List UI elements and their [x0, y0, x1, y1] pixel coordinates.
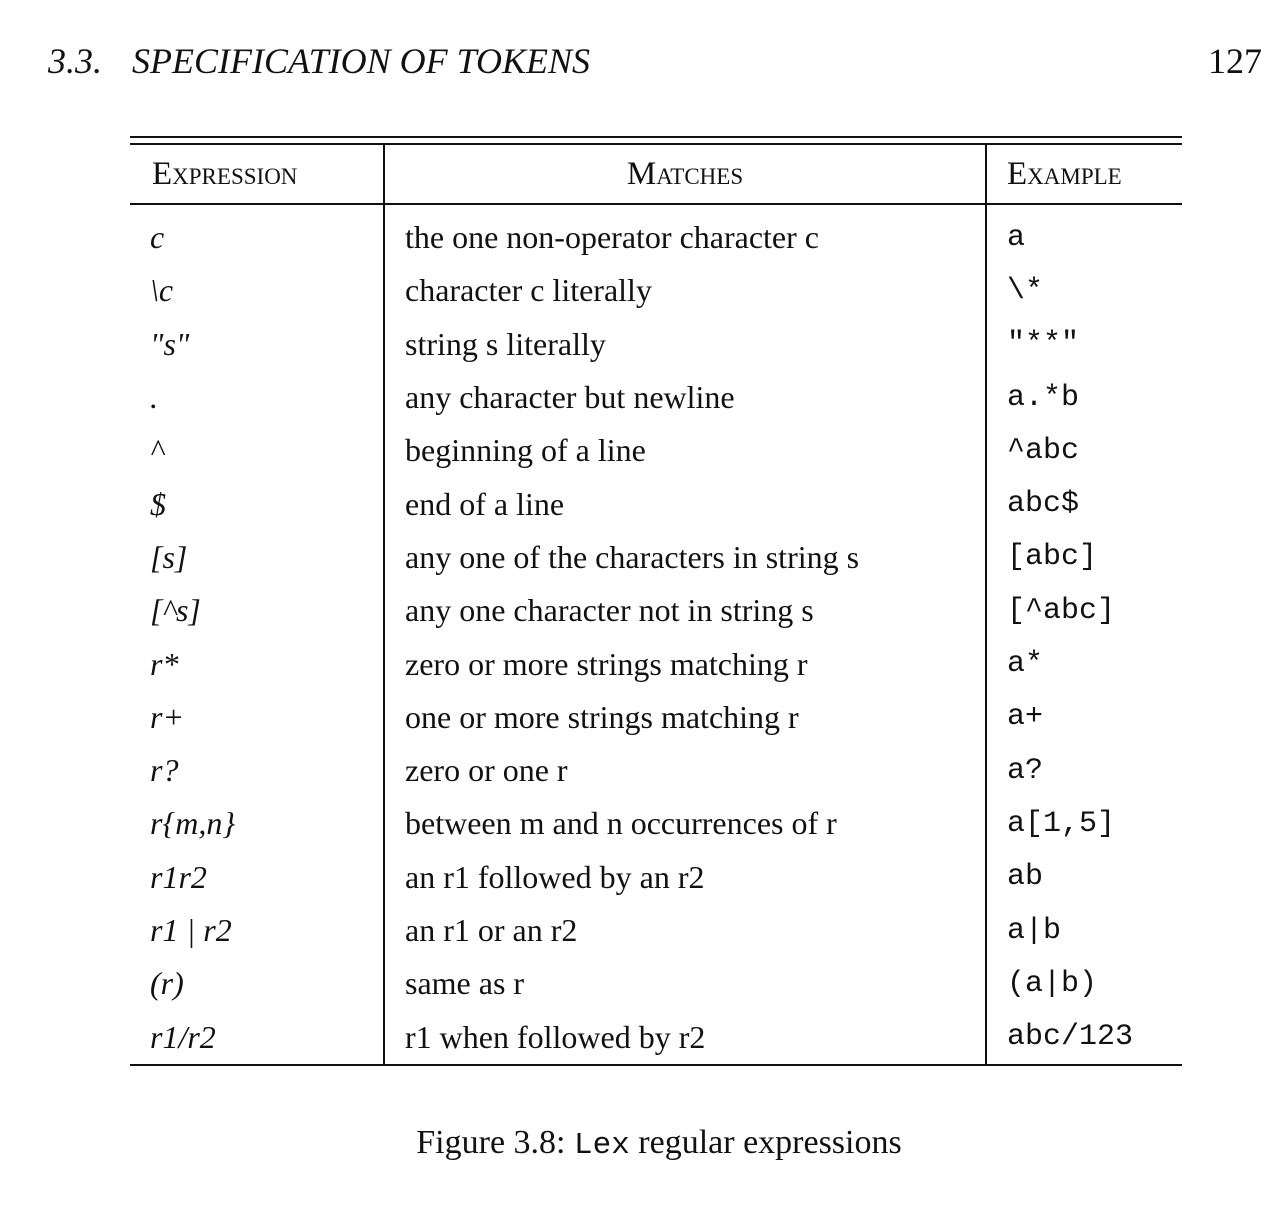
cell-expression: [s]	[150, 538, 188, 575]
table-row: r+ one or more strings matching r a+	[130, 690, 1182, 744]
cell-matches: between m and n occurrences of r	[383, 797, 986, 851]
cell-expression: r1r2	[150, 858, 207, 895]
cell-matches: character c literally	[383, 264, 986, 318]
cell-matches: any character but newline	[383, 370, 986, 425]
running-head: 3.3. SPECIFICATION OF TOKENS 127	[48, 40, 1262, 88]
cell-example: a+	[985, 690, 1182, 744]
cell-example: a[1,5]	[985, 797, 1182, 851]
cell-example: "**"	[985, 317, 1182, 371]
cell-example: ^abc	[985, 424, 1182, 478]
cell-matches: an r1 followed by an r2	[383, 850, 986, 904]
table-row: $ end of a line abc$	[130, 477, 1182, 531]
table-row: . any character but newline a.*b	[130, 370, 1182, 425]
cell-example: a	[985, 204, 1182, 265]
cell-expression: \c	[150, 272, 174, 309]
cell-example: a|b	[985, 903, 1182, 958]
table-row: ^ beginning of a line ^abc	[130, 424, 1182, 478]
cell-expression: r1/r2	[130, 1010, 384, 1066]
caption-text: regular expressions	[638, 1124, 902, 1161]
cell-example: a?	[985, 743, 1182, 798]
cell-matches: any one of the characters in string s	[383, 530, 986, 585]
cell-matches: same as r	[383, 957, 986, 1011]
table-row: (r) same as r (a|b)	[130, 957, 1182, 1011]
caption-prefix: Figure 3.8:	[416, 1124, 566, 1161]
table-body: c the one non-operator character c a \c char…	[130, 204, 1182, 1066]
cell-matches: zero or one r	[383, 743, 986, 798]
section-number: 3.3.	[48, 41, 102, 81]
cell-expression: r1 | r2	[150, 912, 232, 948]
cell-matches: string s literally	[383, 317, 986, 371]
cell-matches: beginning of a line	[383, 424, 986, 478]
cell-expression: "s"	[150, 325, 190, 362]
cell-matches: the one non-operator character c	[383, 204, 986, 265]
cell-example: abc/123	[985, 1010, 1182, 1066]
cell-expression: r{m,n}	[150, 805, 236, 842]
cell-example: (a|b)	[985, 957, 1182, 1011]
cell-matches: any one character not in string s	[383, 584, 986, 638]
cell-expression: [^s]	[150, 592, 201, 629]
cell-example: a*	[985, 637, 1182, 691]
table-row: "s" string s literally "**"	[130, 317, 1182, 371]
section-title: SPECIFICATION OF TOKENS	[132, 41, 591, 81]
cell-example: a.*b	[985, 370, 1182, 425]
cell-matches: zero or more strings matching r	[383, 637, 986, 691]
cell-example: [abc]	[985, 530, 1182, 585]
table-row: [^s] any one character not in string s [^a…	[130, 584, 1182, 638]
cell-example: [^abc]	[985, 584, 1182, 638]
table-row: r1r2 an r1 followed by an r2 ab	[130, 850, 1182, 904]
table-row: \c character c literally \*	[130, 264, 1182, 318]
table-row: c the one non-operator character ca	[130, 204, 1182, 265]
regex-table: Expression Matches Example c the one non-…	[130, 145, 1182, 1066]
table-row: r1/r2 r1 when followed by r2 abc/123	[130, 1010, 1182, 1066]
table-row: r1 | r2 an r1 or an r2 a|b	[130, 903, 1182, 958]
header-matches: Matches	[383, 145, 986, 205]
page-number: 127	[1208, 41, 1262, 81]
cell-example: \*	[985, 264, 1182, 318]
cell-example: ab	[985, 850, 1182, 904]
cell-expression: .	[150, 379, 158, 416]
cell-expression: c	[150, 219, 165, 256]
cell-expression: r+	[150, 698, 185, 735]
cell-expression: r*	[150, 645, 179, 682]
cell-expression: (r)	[150, 965, 184, 1002]
cell-matches: end of a line	[383, 477, 986, 531]
caption-lex: Lex	[573, 1128, 630, 1163]
table-row: [s] any one of the characters in string s…	[130, 530, 1182, 585]
header-example: Example	[985, 145, 1182, 205]
cell-expression: $	[150, 485, 166, 522]
cell-expression: r?	[150, 752, 179, 789]
cell-matches: r1 when followed by r2	[383, 1010, 986, 1066]
table-top-double-rule	[130, 136, 1182, 145]
cell-matches: one or more strings matching r	[383, 690, 986, 744]
figure-caption: Figure 3.8: Lex regular expressions	[0, 1124, 1278, 1163]
cell-matches: an r1 or an r2	[383, 903, 986, 958]
cell-example: abc$	[985, 477, 1182, 531]
table-row: r? zero or one r a?	[130, 743, 1182, 798]
cell-expression: ^	[150, 432, 164, 469]
lex-regex-table: Expression Matches Example c the one non-…	[130, 136, 1182, 1066]
table-row: r* zero or more strings matching r a*	[130, 637, 1182, 691]
header-expression: Expression	[130, 145, 384, 205]
table-row: r{m,n} between m and n occurrences of r a[…	[130, 797, 1182, 851]
table-header-row: Expression Matches Example	[130, 145, 1182, 205]
